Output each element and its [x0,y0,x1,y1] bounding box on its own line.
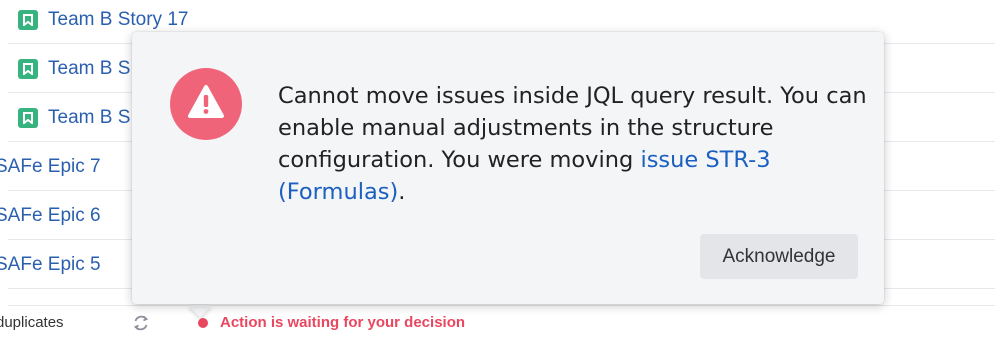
message-end: . [398,179,406,205]
issue-link[interactable]: Team B S [48,58,130,80]
issue-link[interactable]: SAFe Epic 6 [0,205,101,227]
issue-link[interactable]: SAFe Epic 5 [0,254,101,276]
waiting-status-text[interactable]: Action is waiting for your decision [220,314,465,331]
story-icon [18,9,38,30]
status-bar: duplicates Action is waiting for your de… [0,305,995,339]
duplicates-label: duplicates [0,314,64,331]
warning-icon [170,68,242,140]
issue-link[interactable]: SAFe Epic 7 [0,156,101,178]
status-bar-divider [8,305,995,306]
acknowledge-button[interactable]: Acknowledge [700,234,858,279]
message-text: Cannot move issues inside JQL query resu… [278,83,867,173]
issue-link[interactable]: Team B Story 17 [48,9,188,31]
story-icon [18,58,38,79]
alert-dot-icon [198,318,208,328]
story-icon [18,107,38,128]
issue-link[interactable]: Team B S [48,107,130,129]
dialog-message: Cannot move issues inside JQL query resu… [278,80,868,208]
refresh-icon[interactable] [132,314,150,332]
